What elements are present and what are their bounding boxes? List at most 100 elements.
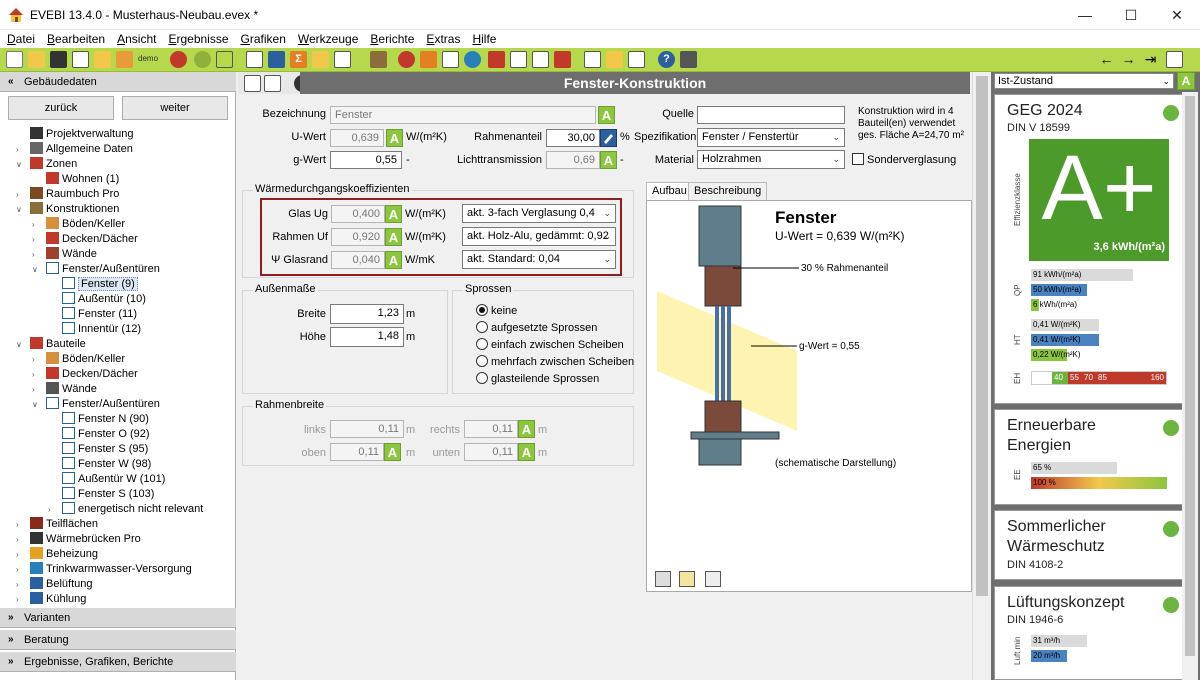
tree-item[interactable]: › Böden/Keller [32, 352, 125, 367]
tree-item[interactable]: Außentür (10) [62, 292, 146, 307]
tree-item[interactable]: › Trinkwarmwasser-Versorgung [16, 562, 192, 577]
back-button[interactable]: zurück [8, 96, 114, 120]
menu-grafiken[interactable]: Grafiken [234, 30, 291, 46]
tree-item[interactable]: › Wärmebrücken Pro [16, 532, 141, 547]
tab-beschreibung[interactable]: Beschreibung [688, 182, 768, 200]
tree-item[interactable]: › Decken/Dächer [32, 367, 138, 382]
tree-item[interactable]: › energetisch nicht relevant [48, 502, 203, 517]
forward-button[interactable]: weiter [122, 96, 228, 120]
tree-item[interactable]: Projektverwaltung [30, 127, 133, 142]
scrollbar-thumb[interactable] [976, 76, 988, 596]
hoehe-input[interactable]: 1,48 [330, 327, 404, 347]
demo-label[interactable]: demo [138, 54, 158, 63]
tree-item[interactable]: › Raumbuch Pro [16, 187, 119, 202]
print-image-icon[interactable] [705, 571, 721, 587]
help-icon[interactable]: ? [658, 51, 675, 68]
collapse-chevron-icon[interactable]: ∨ [16, 202, 22, 217]
maximize-button[interactable]: ☐ [1108, 0, 1154, 30]
tree-item[interactable]: Fenster (9) [62, 277, 138, 292]
open-folder-icon[interactable] [28, 51, 45, 68]
tree-item[interactable]: ∨ Fenster/Außentüren [32, 397, 160, 412]
expand-chevron-icon[interactable]: › [48, 502, 51, 517]
expand-chevron-icon[interactable]: › [16, 142, 19, 157]
import-icon[interactable] [94, 51, 111, 68]
tree-item[interactable]: Fenster (11) [62, 307, 137, 322]
unten-input[interactable]: 0,11 [464, 443, 518, 461]
tree-item[interactable]: Fenster W (98) [62, 457, 151, 472]
expand-chevron-icon[interactable]: › [32, 217, 35, 232]
table-icon[interactable] [268, 51, 285, 68]
glas-ug-select[interactable]: akt. 3-fach Verglasung 0,4 ⌄ [462, 204, 616, 223]
tree-item[interactable]: › Wände [32, 247, 97, 262]
links-input[interactable]: 0,11 [330, 420, 404, 438]
radio-circle[interactable] [476, 338, 488, 350]
collapse-chevron-icon[interactable]: ∨ [32, 397, 38, 412]
expand-chevron-icon[interactable]: › [16, 592, 19, 607]
auto-a-icon[interactable]: A [386, 129, 403, 147]
tree-item[interactable]: Fenster N (90) [62, 412, 149, 427]
material-select[interactable]: Holzrahmen ⌄ [697, 150, 845, 169]
menu-bearbeiten[interactable]: Bearbeiten [40, 30, 110, 46]
auto-a-icon[interactable]: A [518, 443, 535, 461]
monitor-icon[interactable] [680, 51, 697, 68]
state-select[interactable]: Ist-Zustand ⌄ [994, 73, 1174, 89]
collapse-chevron-icon[interactable]: ∨ [16, 337, 22, 352]
sprossen-radio-mehrfach[interactable]: mehrfach zwischen Scheiben [476, 355, 634, 369]
glas-ug-input[interactable]: 0,400 [331, 205, 385, 223]
flame-icon[interactable] [398, 51, 415, 68]
oben-input[interactable]: 0,11 [330, 443, 384, 461]
glasrand-input[interactable]: 0,040 [331, 251, 385, 269]
globe-icon[interactable] [464, 51, 481, 68]
copy-icon[interactable] [72, 51, 89, 68]
tree-item[interactable]: Innentür (12) [62, 322, 141, 337]
tree-item[interactable]: › Wände [32, 382, 97, 397]
radio-circle[interactable] [476, 304, 488, 316]
expand-chevron-icon[interactable]: › [16, 547, 19, 562]
menu-hilfe[interactable]: Hilfe [465, 30, 501, 46]
sprossen-radio-glasteilend[interactable]: glasteilende Sprossen [476, 372, 599, 386]
house-check-icon[interactable] [532, 51, 549, 68]
calculator-icon[interactable] [606, 51, 623, 68]
auto-a-icon[interactable]: A [385, 205, 402, 223]
tree-item[interactable]: › Belüftung [16, 577, 92, 592]
tree-item[interactable]: › Decken/Dächer [32, 232, 138, 247]
forward-arrow-icon[interactable]: → [1120, 51, 1137, 68]
auto-a-icon[interactable]: A [385, 251, 402, 269]
breite-input[interactable]: 1,23 [330, 304, 404, 324]
list-icon[interactable] [334, 51, 351, 68]
tree-item[interactable]: › Kühlung [16, 592, 86, 607]
wand-icon[interactable] [216, 51, 233, 68]
glasrand-select[interactable]: akt. Standard: 0,04 ⌄ [462, 250, 616, 269]
auto-a-icon[interactable]: A [1177, 72, 1195, 90]
tree-item[interactable]: ∨ Zonen [16, 157, 77, 172]
uwert-input[interactable]: 0,639 [330, 129, 384, 147]
expand-chevron-icon[interactable]: › [16, 517, 19, 532]
jump-icon[interactable]: ⇥ [1142, 51, 1159, 68]
menu-berichte[interactable]: Berichte [363, 30, 419, 46]
expand-chevron-icon[interactable]: › [16, 562, 19, 577]
tree-item[interactable]: ∨ Konstruktionen [16, 202, 119, 217]
tree-item[interactable]: Fenster S (103) [62, 487, 154, 502]
sprossen-radio-einfach[interactable]: einfach zwischen Scheiben [476, 338, 624, 352]
tree-item[interactable]: Außentür W (101) [62, 472, 165, 487]
tree-item[interactable]: Fenster O (92) [62, 427, 150, 442]
sprossen-radio-aufgesetzt[interactable]: aufgesetzte Sprossen [476, 321, 597, 335]
arrange-icon[interactable] [244, 75, 261, 92]
right-scrollbar-thumb[interactable] [1185, 96, 1195, 656]
menu-ergebnisse[interactable]: Ergebnisse [161, 30, 233, 46]
menu-ansicht[interactable]: Ansicht [110, 30, 161, 46]
bezeichnung-input[interactable]: Fenster [330, 106, 596, 124]
radio-circle[interactable] [476, 321, 488, 333]
panel-header-ergebnisse[interactable]: » Ergebnisse, Grafiken, Berichte [0, 652, 236, 672]
tree-item[interactable]: ∨ Bauteile [16, 337, 86, 352]
layout-icon[interactable] [1166, 51, 1183, 68]
panel-header-gebaeudedaten[interactable]: «Gebäudedaten [0, 72, 236, 92]
rechts-input[interactable]: 0,11 [464, 420, 518, 438]
expand-chevron-icon[interactable]: › [32, 382, 35, 397]
tree-item[interactable]: › Allgemeine Daten [16, 142, 133, 157]
export-icon[interactable] [116, 51, 133, 68]
heating-icon[interactable] [420, 51, 437, 68]
tree-icon[interactable] [370, 51, 387, 68]
checkbox-box[interactable] [852, 153, 864, 165]
pencil-edit-icon[interactable] [600, 129, 617, 147]
